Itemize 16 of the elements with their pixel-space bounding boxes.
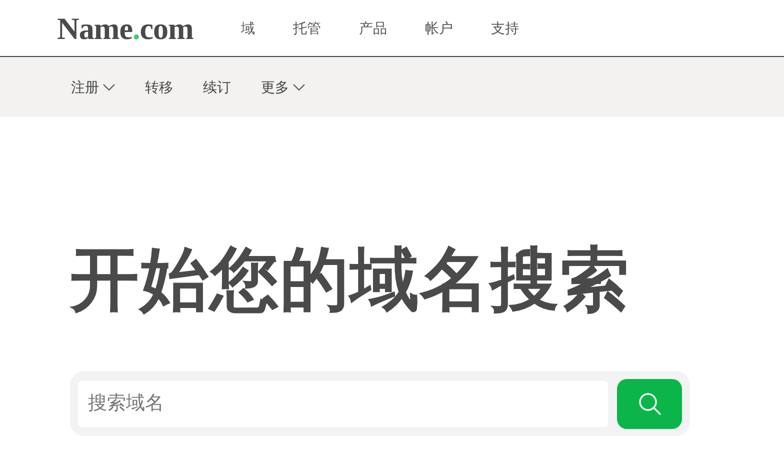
search-button[interactable] (617, 378, 682, 428)
nav-link[interactable]: 帐户 (425, 18, 453, 38)
subnav-link[interactable]: 转移 (145, 76, 173, 98)
subnav-link[interactable]: 更多 (261, 76, 305, 98)
chevron-down-icon (103, 84, 115, 90)
nav-link[interactable]: 域 (241, 18, 255, 38)
search-field[interactable]: 搜索域名 (78, 380, 608, 426)
subnav-link[interactable]: 续订 (203, 76, 231, 98)
chevron-down-icon (293, 84, 305, 90)
subnav-link[interactable]: 注册 (71, 76, 115, 98)
nav-link[interactable]: 托管 (293, 18, 321, 38)
nav-link[interactable]: 产品 (359, 18, 387, 38)
headline: 开始您的域名搜索 (70, 245, 631, 314)
search-icon (638, 392, 662, 416)
nav-link[interactable]: 支持 (491, 18, 519, 38)
logo[interactable]: Name.com (57, 12, 241, 44)
